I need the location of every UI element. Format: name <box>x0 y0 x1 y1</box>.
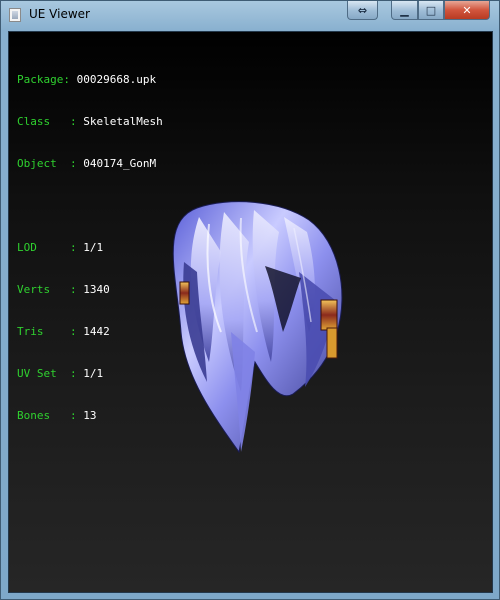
fullscreen-toggle-button[interactable]: ⇔ <box>347 1 378 20</box>
title-bar[interactable]: UE Viewer ⇔ ▁ □ ✕ <box>1 1 499 31</box>
maximize-icon: □ <box>425 3 437 17</box>
hair-clip-left <box>179 281 190 305</box>
app-icon <box>9 8 21 22</box>
maximize-button[interactable]: □ <box>418 1 444 20</box>
window-title: UE Viewer <box>29 7 90 21</box>
hair-shape <box>172 201 343 454</box>
close-icon: ✕ <box>462 3 472 17</box>
double-arrow-icon: ⇔ <box>357 3 368 17</box>
close-button[interactable]: ✕ <box>444 1 490 20</box>
ue-viewer-window: UE Viewer ⇔ ▁ □ ✕ Package: 00029668.upk … <box>0 0 500 600</box>
viewport[interactable]: Package: 00029668.upk Class : SkeletalMe… <box>8 31 493 593</box>
minimize-icon: ▁ <box>400 3 409 17</box>
hair-mesh-model[interactable] <box>9 32 493 593</box>
minimize-button[interactable]: ▁ <box>391 1 418 20</box>
